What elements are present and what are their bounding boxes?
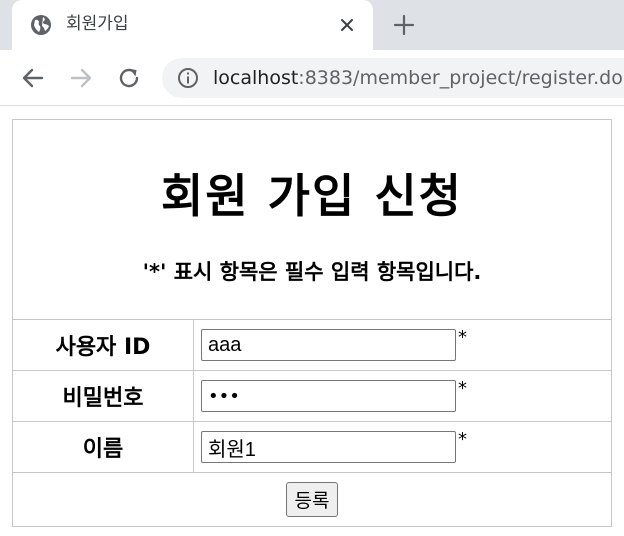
password-label: 비밀번호: [13, 371, 194, 422]
new-tab-plus-icon[interactable]: [392, 13, 416, 37]
url-host: localhost: [213, 67, 299, 89]
tab-title: 회원가입: [66, 14, 129, 34]
register-button[interactable]: 등록: [285, 482, 339, 517]
form-header: 회원 가입 신청 '*' 표시 항목은 필수 입력 항목입니다.: [13, 120, 611, 320]
submit-row: 등록: [13, 473, 611, 526]
register-form-table: 회원 가입 신청 '*' 표시 항목은 필수 입력 항목입니다. 사용자 ID …: [12, 119, 612, 527]
password-cell: *: [194, 371, 611, 422]
browser-toolbar: localhost:8383/member_project/register.d…: [0, 50, 624, 106]
user-id-cell: *: [194, 320, 611, 371]
name-label: 이름: [13, 422, 194, 473]
page-title: 회원 가입 신청: [161, 168, 463, 223]
globe-icon: [31, 15, 51, 35]
form-row-user-id: 사용자 ID *: [13, 320, 611, 371]
close-icon[interactable]: [336, 14, 358, 36]
browser-tab[interactable]: 회원가입: [12, 0, 373, 50]
password-input[interactable]: [201, 380, 456, 412]
form-row-password: 비밀번호 *: [13, 371, 611, 422]
info-icon[interactable]: [176, 66, 200, 90]
url-text[interactable]: localhost:8383/member_project/register.d…: [213, 66, 623, 90]
required-mark: *: [458, 327, 467, 348]
required-notice: '*' 표시 항목은 필수 입력 항목입니다.: [142, 259, 482, 284]
arrow-right-icon[interactable]: [68, 65, 94, 91]
tab-strip: 회원가입: [0, 0, 624, 50]
address-bar[interactable]: localhost:8383/member_project/register.d…: [162, 58, 624, 98]
user-id-label: 사용자 ID: [13, 320, 194, 371]
required-mark: *: [458, 429, 467, 450]
name-cell: *: [194, 422, 611, 473]
user-id-input[interactable]: [201, 329, 456, 361]
url-path: :8383/member_project/register.do: [298, 67, 623, 89]
arrow-left-icon[interactable]: [20, 65, 46, 91]
required-mark: *: [458, 378, 467, 399]
name-input[interactable]: [201, 431, 456, 463]
form-row-name: 이름 *: [13, 422, 611, 473]
reload-icon[interactable]: [116, 65, 142, 91]
